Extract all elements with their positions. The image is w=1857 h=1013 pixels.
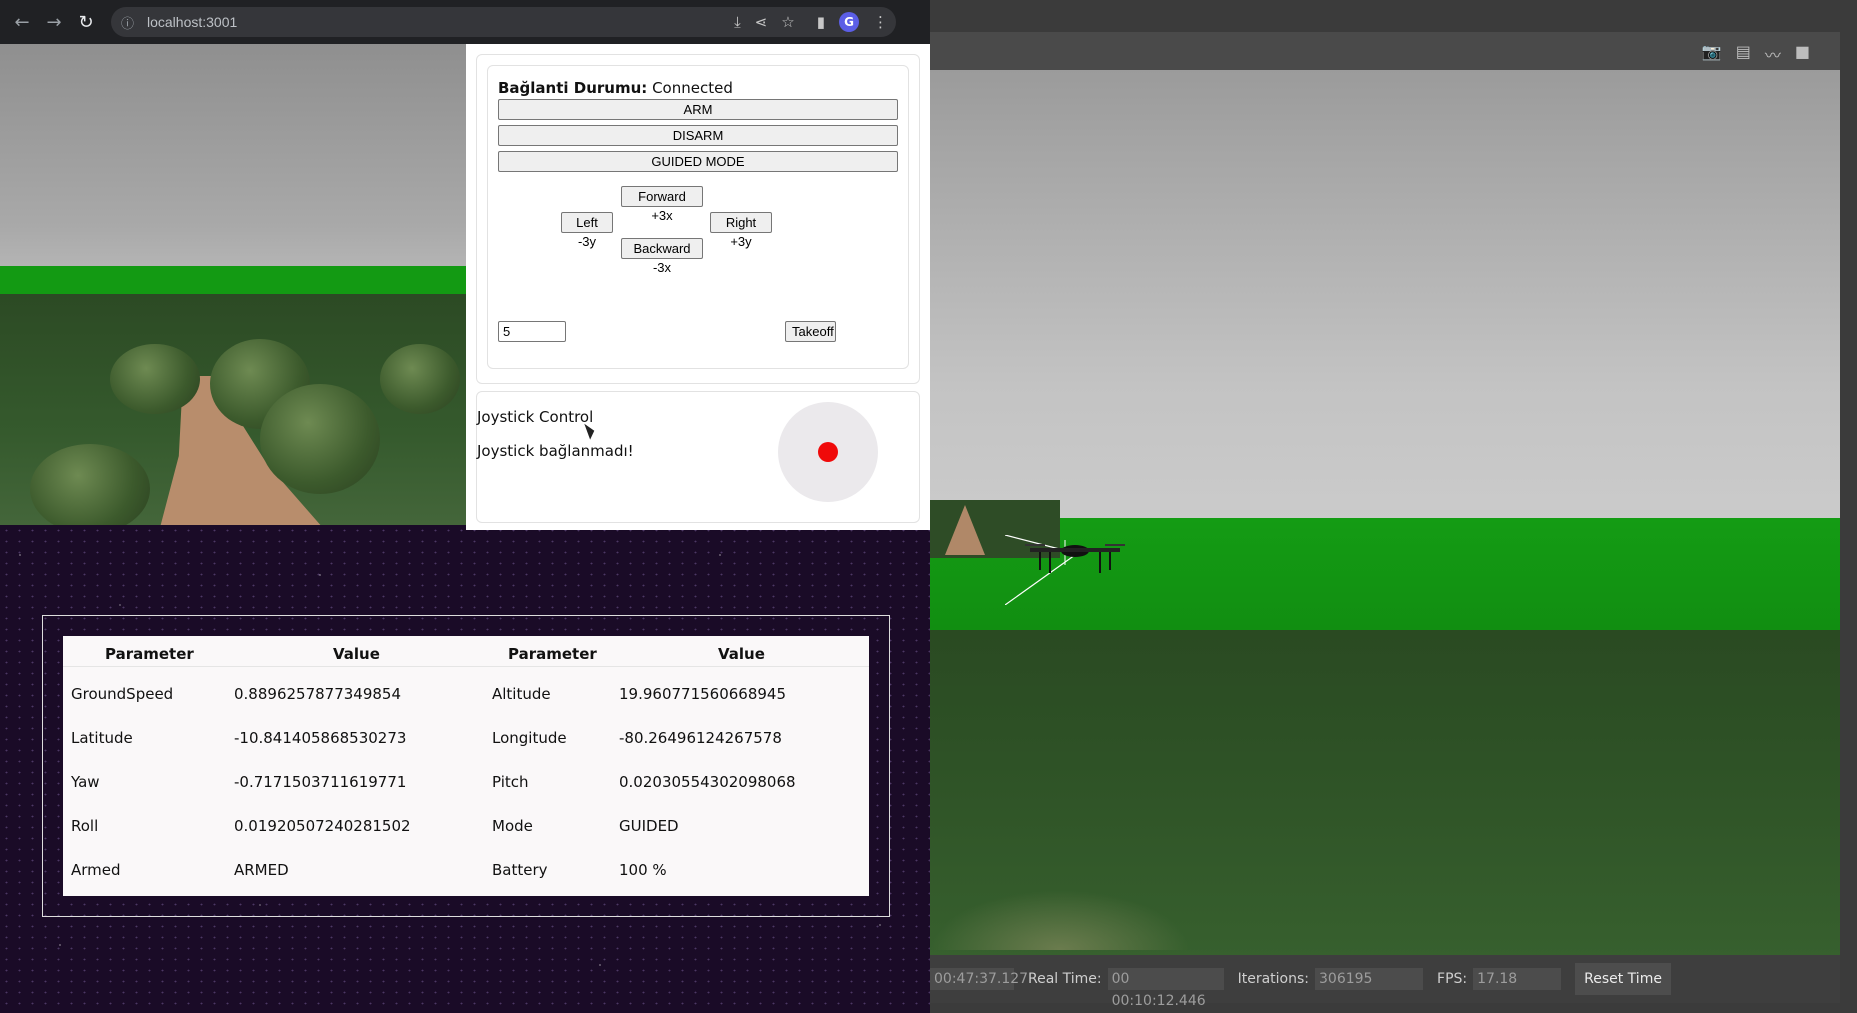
param-name: Mode xyxy=(492,817,533,835)
param-name: Armed xyxy=(71,861,121,879)
info-icon[interactable]: ⓘ xyxy=(121,13,139,32)
param-value: -10.841405868530273 xyxy=(234,729,407,747)
param-name: Yaw xyxy=(71,773,100,791)
joystick-status: Joystick bağlanmadı! xyxy=(477,442,634,460)
status-label: Bağlanti Durumu: xyxy=(498,79,648,97)
param-name: Latitude xyxy=(71,729,133,747)
plot-icon[interactable]: 〰 xyxy=(1765,42,1781,66)
param-name: Roll xyxy=(71,817,99,835)
browser-toolbar: ← → ↻ ⓘ localhost:3001 ⤓ ⋖ ☆ ▮ G ⋮ xyxy=(0,0,930,44)
gazebo-bushes xyxy=(930,890,1190,950)
tree xyxy=(30,444,150,525)
backward-button[interactable]: Backward -3x xyxy=(621,238,703,275)
tree xyxy=(260,384,380,494)
extension-icon[interactable]: G xyxy=(839,12,859,32)
guided-mode-button[interactable]: GUIDED MODE xyxy=(498,151,898,172)
scene-grass xyxy=(0,266,468,296)
header-divider xyxy=(63,666,869,667)
param-value: 0.8896257877349854 xyxy=(234,685,402,703)
disarm-button[interactable]: DISARM xyxy=(498,125,898,146)
table-row: Yaw -0.7171503711619771 Pitch 0.02030554… xyxy=(63,763,869,807)
log-icon[interactable]: ▤ xyxy=(1736,42,1751,66)
back-icon[interactable]: ← xyxy=(6,12,38,33)
param-name: Longitude xyxy=(492,729,567,747)
gazebo-tools: 📷 ▤ 〰 ■ xyxy=(1702,42,1810,66)
camera-view xyxy=(0,44,468,525)
gazebo-toolbar: 📷 ▤ 〰 ■ xyxy=(930,32,1840,70)
star-icon[interactable]: ☆ xyxy=(781,13,794,31)
telemetry-table: Parameter Value Parameter Value GroundSp… xyxy=(63,636,869,896)
drone-model xyxy=(1005,535,1125,605)
param-value: 0.02030554302098068 xyxy=(619,773,796,791)
param-value: -80.26496124267578 xyxy=(619,729,782,747)
header-parameter-1: Parameter xyxy=(105,645,194,663)
arm-button[interactable]: ARM xyxy=(498,99,898,120)
table-row: GroundSpeed 0.8896257877349854 Altitude … xyxy=(63,675,869,719)
status-value: Connected xyxy=(652,79,733,97)
share-icon[interactable]: ⋖ xyxy=(755,13,768,31)
real-time-label: Real Time: xyxy=(1028,971,1102,987)
param-value: ARMED xyxy=(234,861,289,879)
fps-label: FPS: xyxy=(1437,971,1468,987)
tree xyxy=(110,344,200,414)
param-value: 19.960771560668945 xyxy=(619,685,787,703)
gazebo-window: 📷 ▤ 〰 ■ 00:47:37.127 Real Time: 00 00:10… xyxy=(930,0,1857,1013)
reset-time-button[interactable]: Reset Time xyxy=(1575,963,1671,995)
forward-icon[interactable]: → xyxy=(38,12,70,33)
takeoff-button[interactable]: Takeoff xyxy=(785,321,836,342)
reload-icon[interactable]: ↻ xyxy=(70,12,102,33)
control-card: Bağlanti Durumu: Connected ARM DISARM GU… xyxy=(476,54,920,384)
omnibox-actions: ⤓ ⋖ ☆ ▮ G ⋮ xyxy=(734,7,888,37)
tree xyxy=(380,344,460,414)
menu-icon[interactable]: ⋮ xyxy=(873,13,888,31)
table-row: Roll 0.01920507240281502 Mode GUIDED xyxy=(63,807,869,851)
telemetry-frame: Parameter Value Parameter Value GroundSp… xyxy=(42,615,890,917)
page-viewport: Bağlanti Durumu: Connected ARM DISARM GU… xyxy=(0,44,930,1013)
real-time-field: 00 00:10:12.446 xyxy=(1107,968,1224,1009)
joystick-title: Joystick Control xyxy=(477,408,594,426)
table-row: Armed ARMED Battery 100 % xyxy=(63,851,869,895)
url-text: localhost:3001 xyxy=(147,14,238,30)
joystick-pad[interactable] xyxy=(778,402,878,502)
param-name: Pitch xyxy=(492,773,529,791)
param-value: -0.7171503711619771 xyxy=(234,773,407,791)
joystick-card: Joystick Control Joystick bağlanmadı! xyxy=(476,391,920,523)
header-parameter-2: Parameter xyxy=(508,645,597,663)
video-icon[interactable]: ■ xyxy=(1795,42,1810,66)
param-name: Altitude xyxy=(492,685,551,703)
iterations-field: 306195 xyxy=(1315,968,1424,990)
browser-window: ← → ↻ ⓘ localhost:3001 ⤓ ⋖ ☆ ▮ G ⋮ Bağla… xyxy=(0,0,930,1013)
camera-icon[interactable]: 📷 xyxy=(1702,42,1722,66)
right-button[interactable]: Right +3y xyxy=(710,212,772,249)
fps-field: 17.18 xyxy=(1473,968,1562,990)
preview-path xyxy=(945,505,985,555)
altitude-input[interactable]: 5 xyxy=(498,321,566,342)
control-panel: Bağlanti Durumu: Connected ARM DISARM GU… xyxy=(466,44,930,530)
forward-button[interactable]: Forward +3x xyxy=(621,186,703,223)
gazebo-sky xyxy=(930,70,1840,520)
param-name: GroundSpeed xyxy=(71,685,174,703)
sim-time-field: 00:47:37.127 xyxy=(930,968,1028,990)
joystick-knob[interactable] xyxy=(818,442,838,462)
command-card: Bağlanti Durumu: Connected ARM DISARM GU… xyxy=(487,65,909,369)
param-name: Battery xyxy=(492,861,548,879)
header-value-2: Value xyxy=(718,645,765,663)
gazebo-statusbar: 00:47:37.127 Real Time: 00 00:10:12.446 … xyxy=(930,955,1840,1009)
param-value: 0.01920507240281502 xyxy=(234,817,411,835)
install-icon[interactable]: ⤓ xyxy=(734,13,741,31)
table-row: Latitude -10.841405868530273 Longitude -… xyxy=(63,719,869,763)
address-bar[interactable]: ⓘ localhost:3001 ⤓ ⋖ ☆ ▮ G ⋮ xyxy=(111,7,896,37)
sidepanel-icon[interactable]: ▮ xyxy=(817,13,825,31)
connection-status: Bağlanti Durumu: Connected xyxy=(498,79,733,97)
header-value-1: Value xyxy=(333,645,380,663)
iterations-label: Iterations: xyxy=(1237,971,1310,987)
param-value: GUIDED xyxy=(619,817,679,835)
left-button[interactable]: Left -3y xyxy=(561,212,613,249)
param-value: 100 % xyxy=(619,861,667,879)
gazebo-render-view[interactable] xyxy=(930,70,1840,955)
